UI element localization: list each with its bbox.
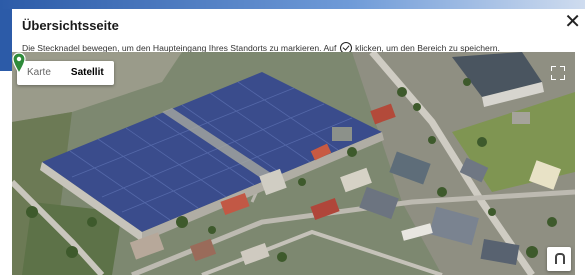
- close-icon[interactable]: ✕: [564, 12, 581, 32]
- fullscreen-icon[interactable]: [547, 62, 569, 84]
- satellite-map[interactable]: Karte Satellit: [12, 52, 575, 275]
- header-bar: [0, 0, 585, 9]
- location-pin-icon[interactable]: [12, 52, 26, 74]
- satellite-imagery: [12, 52, 575, 275]
- dialog-title: Übersichtsseite: [22, 18, 119, 33]
- street-view-pegman-icon[interactable]: [547, 247, 571, 271]
- map-type-satellit-button[interactable]: Satellit: [61, 61, 114, 85]
- map-type-switcher: Karte Satellit: [17, 61, 114, 85]
- background-strip: [0, 9, 12, 71]
